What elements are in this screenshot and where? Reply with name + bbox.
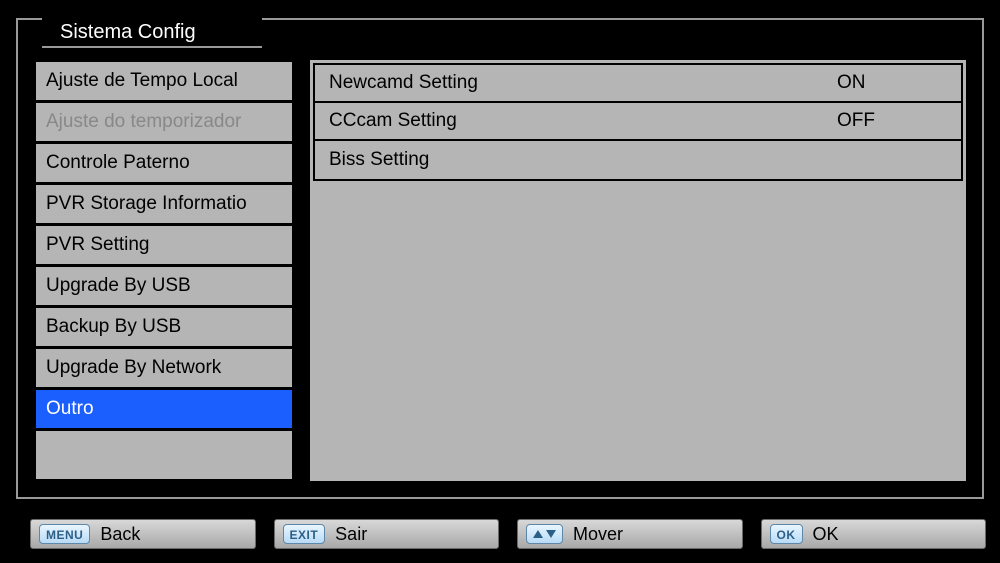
- menu-key-icon: MENU: [39, 524, 90, 544]
- ok-key-icon: OK: [770, 524, 803, 544]
- sidebar-item-label: Controle Paterno: [46, 152, 190, 174]
- sidebar-item-label: Ajuste de Tempo Local: [46, 70, 238, 92]
- triangle-down-icon: [546, 530, 556, 538]
- setting-value: OFF: [837, 110, 947, 132]
- footer-ok-button[interactable]: OK OK: [761, 519, 987, 549]
- footer-back-button[interactable]: MENU Back: [30, 519, 256, 549]
- setting-row-newcamd[interactable]: Newcamd Setting ON: [315, 65, 961, 103]
- sidebar-item-label: PVR Setting: [46, 234, 150, 256]
- sidebar-item-label: PVR Storage Informatio: [46, 193, 247, 215]
- sidebar-item-pvr-setting[interactable]: PVR Setting: [36, 226, 292, 267]
- settings-panel: Newcamd Setting ON CCcam Setting OFF Bis…: [310, 60, 966, 481]
- setting-row-cccam[interactable]: CCcam Setting OFF: [315, 103, 961, 141]
- sidebar-item-upgrade-usb[interactable]: Upgrade By USB: [36, 267, 292, 308]
- exit-key-icon: EXIT: [283, 524, 326, 544]
- sidebar-item-label: Backup By USB: [46, 316, 181, 338]
- sidebar-menu: Ajuste de Tempo Local Ajuste do temporiz…: [34, 60, 294, 481]
- title-underline: [42, 46, 262, 48]
- sidebar-item-local-time[interactable]: Ajuste de Tempo Local: [36, 62, 292, 103]
- sidebar-item-pvr-storage[interactable]: PVR Storage Informatio: [36, 185, 292, 226]
- sidebar-fill: [36, 431, 292, 479]
- footer-ok-label: OK: [813, 524, 839, 545]
- window-title-bar: Sistema Config: [42, 18, 262, 48]
- footer-exit-label: Sair: [335, 524, 367, 545]
- sidebar-item-label: Upgrade By Network: [46, 357, 221, 379]
- sidebar-item-label: Upgrade By USB: [46, 275, 191, 297]
- setting-label: Biss Setting: [329, 149, 837, 171]
- setting-row-biss[interactable]: Biss Setting: [315, 141, 961, 179]
- footer-back-label: Back: [100, 524, 140, 545]
- setting-label: Newcamd Setting: [329, 72, 837, 94]
- content-area: Ajuste de Tempo Local Ajuste do temporiz…: [34, 60, 966, 481]
- sidebar-item-timer: Ajuste do temporizador: [36, 103, 292, 144]
- arrows-key-icon: [526, 524, 563, 544]
- setting-value: ON: [837, 72, 947, 94]
- sidebar-item-backup-usb[interactable]: Backup By USB: [36, 308, 292, 349]
- footer-move-button[interactable]: Mover: [517, 519, 743, 549]
- sidebar-item-outro[interactable]: Outro: [36, 390, 292, 431]
- settings-list: Newcamd Setting ON CCcam Setting OFF Bis…: [313, 63, 963, 181]
- sidebar-item-upgrade-network[interactable]: Upgrade By Network: [36, 349, 292, 390]
- footer-move-label: Mover: [573, 524, 623, 545]
- triangle-up-icon: [533, 530, 543, 538]
- config-window: Sistema Config Ajuste de Tempo Local Aju…: [16, 18, 984, 499]
- footer-bar: MENU Back EXIT Sair Mover OK OK: [30, 519, 986, 551]
- sidebar-item-label: Outro: [46, 398, 94, 420]
- sidebar-item-parental[interactable]: Controle Paterno: [36, 144, 292, 185]
- sidebar-item-label: Ajuste do temporizador: [46, 111, 241, 133]
- setting-label: CCcam Setting: [329, 110, 837, 132]
- footer-exit-button[interactable]: EXIT Sair: [274, 519, 500, 549]
- window-title: Sistema Config: [60, 21, 196, 43]
